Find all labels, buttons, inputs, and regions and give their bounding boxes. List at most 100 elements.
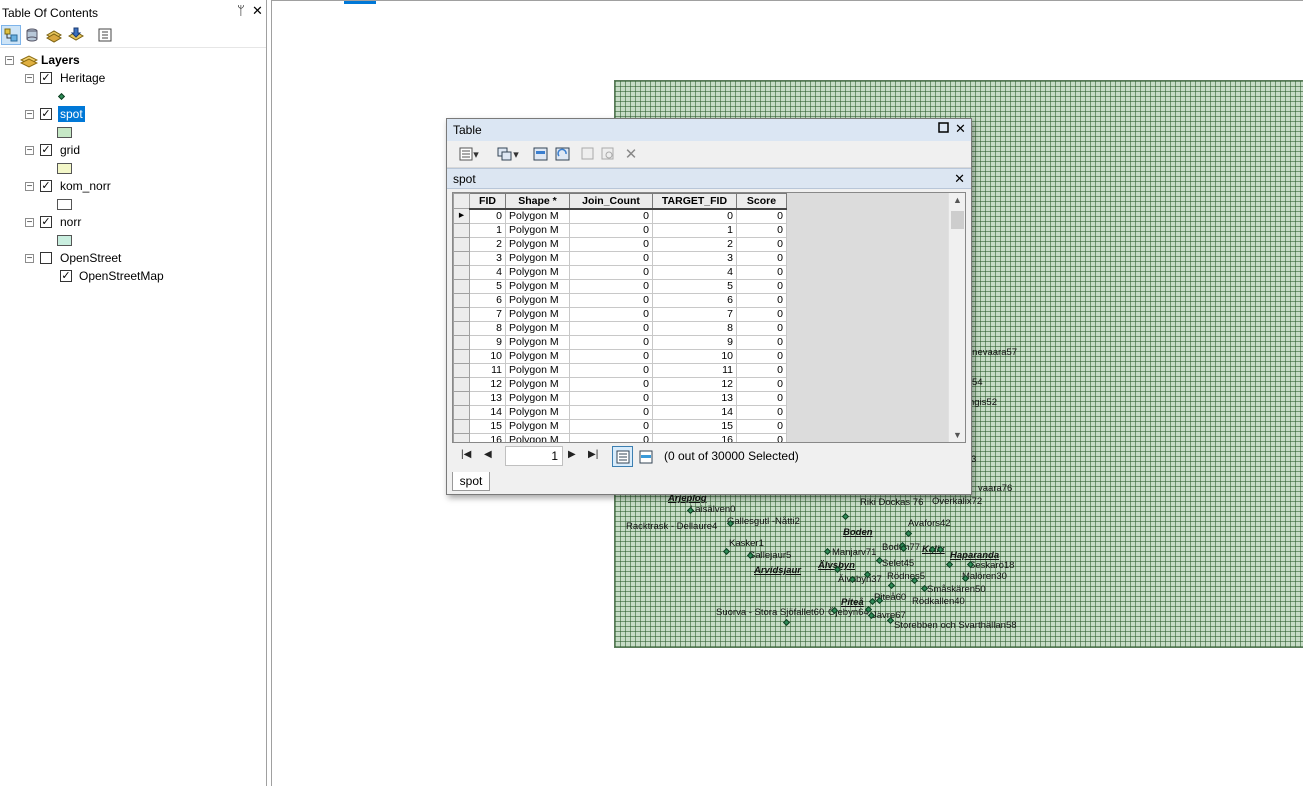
row-selector[interactable]	[453, 418, 470, 434]
cell-target-fid[interactable]: 2	[652, 236, 737, 252]
zoom-to-selected-icon[interactable]	[600, 145, 616, 163]
cell-score[interactable]: 0	[736, 362, 787, 378]
row-selector[interactable]: ▸	[453, 208, 470, 224]
cell-score[interactable]: 0	[736, 250, 787, 266]
row-selector[interactable]	[453, 334, 470, 350]
row-selector[interactable]	[453, 292, 470, 308]
cell-target-fid[interactable]: 5	[652, 278, 737, 294]
cell-join-count[interactable]: 0	[569, 208, 653, 224]
cell-target-fid[interactable]: 4	[652, 264, 737, 280]
cell-target-fid[interactable]: 6	[652, 292, 737, 308]
cell-shape[interactable]: Polygon M	[505, 222, 570, 238]
cell-score[interactable]: 0	[736, 334, 787, 350]
attribute-grid[interactable]: FID Shape * Join_Count TARGET_FID Score …	[452, 192, 966, 443]
layer-norr-label[interactable]: norr	[60, 215, 81, 229]
previous-record-icon[interactable]: ◀	[484, 449, 492, 460]
cell-target-fid[interactable]: 8	[652, 320, 737, 336]
list-by-selection-icon[interactable]	[66, 25, 86, 45]
table-row[interactable]: 12 Polygon M 0 12 0	[453, 376, 787, 392]
cell-target-fid[interactable]: 15	[652, 418, 737, 434]
cell-fid[interactable]: 4	[469, 264, 506, 280]
column-header-fid[interactable]: FID	[469, 193, 506, 210]
kom-norr-collapse-toggle[interactable]: −	[25, 182, 34, 192]
cell-shape[interactable]: Polygon M	[505, 320, 570, 336]
cell-shape[interactable]: Polygon M	[505, 250, 570, 266]
cell-join-count[interactable]: 0	[569, 404, 653, 420]
table-row[interactable]: 10 Polygon M 0 10 0	[453, 348, 787, 364]
cell-fid[interactable]: 1	[469, 222, 506, 238]
row-selector[interactable]	[453, 362, 470, 378]
table-tab-title[interactable]: spot	[453, 172, 476, 186]
cell-shape[interactable]: Polygon M	[505, 348, 570, 364]
cell-score[interactable]: 0	[736, 390, 787, 406]
row-selector[interactable]	[453, 348, 470, 364]
layers-collapse-toggle[interactable]: −	[5, 56, 14, 66]
norr-collapse-toggle[interactable]: −	[25, 218, 34, 228]
cell-fid[interactable]: 11	[469, 362, 506, 378]
options-icon[interactable]	[95, 25, 115, 45]
select-by-attributes-icon[interactable]	[532, 145, 550, 163]
cell-shape[interactable]: Polygon M	[505, 390, 570, 406]
delete-selected-icon[interactable]: ✕	[623, 145, 639, 163]
list-by-drawing-order-icon[interactable]	[1, 25, 21, 45]
cell-fid[interactable]: 8	[469, 320, 506, 336]
scroll-thumb[interactable]	[951, 211, 964, 229]
norr-visibility-checkbox[interactable]: ✓	[40, 216, 52, 228]
layer-grid-label[interactable]: grid	[60, 143, 80, 157]
column-header-join-count[interactable]: Join_Count	[569, 193, 653, 210]
cell-fid[interactable]: 3	[469, 250, 506, 266]
spot-visibility-checkbox[interactable]: ✓	[40, 108, 52, 120]
grid-visibility-checkbox[interactable]: ✓	[40, 144, 52, 156]
table-row[interactable]: 7 Polygon M070	[453, 306, 787, 322]
table-row[interactable]: 1 Polygon M010	[453, 222, 787, 238]
cell-score[interactable]: 0	[736, 432, 787, 442]
cell-join-count[interactable]: 0	[569, 432, 653, 442]
cell-target-fid[interactable]: 13	[652, 390, 737, 406]
last-record-icon[interactable]: ▶|	[588, 449, 598, 460]
cell-target-fid[interactable]: 3	[652, 250, 737, 266]
row-selector[interactable]	[453, 376, 470, 392]
cell-shape[interactable]: Polygon M	[505, 432, 570, 442]
list-by-source-icon[interactable]	[22, 25, 42, 45]
cell-fid[interactable]: 5	[469, 278, 506, 294]
current-record-input[interactable]: 1	[505, 446, 563, 466]
table-tab-close-icon[interactable]: ✕	[954, 169, 965, 189]
cell-fid[interactable]: 6	[469, 292, 506, 308]
table-row[interactable]: 13 Polygon M 0 13 0	[453, 390, 787, 406]
cell-join-count[interactable]: 0	[569, 348, 653, 364]
table-row[interactable]: 9 Polygon M090	[453, 334, 787, 350]
switch-selection-icon[interactable]	[554, 145, 572, 163]
cell-fid[interactable]: 2	[469, 236, 506, 252]
table-row[interactable]: 5 Polygon M050	[453, 278, 787, 294]
table-options-icon[interactable]: ▾	[456, 145, 482, 163]
cell-shape[interactable]: Polygon M	[505, 418, 570, 434]
list-by-visibility-icon[interactable]	[44, 25, 64, 45]
cell-shape[interactable]: Polygon M	[505, 236, 570, 252]
cell-score[interactable]: 0	[736, 208, 787, 224]
table-row[interactable]: 3 Polygon M030	[453, 250, 787, 266]
table-row[interactable]: 8 Polygon M080	[453, 320, 787, 336]
column-header-target-fid[interactable]: TARGET_FID	[652, 193, 737, 210]
table-vertical-scrollbar[interactable]: ▲ ▼	[948, 193, 965, 442]
layer-spot-label[interactable]: spot	[58, 106, 85, 122]
table-row[interactable]: 14 Polygon M 0 14 0	[453, 404, 787, 420]
cell-fid[interactable]: 15	[469, 418, 506, 434]
cell-join-count[interactable]: 0	[569, 250, 653, 266]
openstreet-visibility-checkbox[interactable]	[40, 252, 52, 264]
cell-fid[interactable]: 13	[469, 390, 506, 406]
cell-score[interactable]: 0	[736, 376, 787, 392]
cell-shape[interactable]: Polygon M	[505, 376, 570, 392]
table-row[interactable]: 6 Polygon M060	[453, 292, 787, 308]
cell-join-count[interactable]: 0	[569, 292, 653, 308]
cell-score[interactable]: 0	[736, 306, 787, 322]
cell-join-count[interactable]: 0	[569, 278, 653, 294]
cell-shape[interactable]: Polygon M	[505, 208, 570, 224]
kom-norr-visibility-checkbox[interactable]: ✓	[40, 180, 52, 192]
cell-fid[interactable]: 10	[469, 348, 506, 364]
cell-shape[interactable]: Polygon M	[505, 292, 570, 308]
table-row[interactable]: 16 Polygon M 0 16 0	[453, 432, 787, 442]
cell-join-count[interactable]: 0	[569, 306, 653, 322]
cell-score[interactable]: 0	[736, 404, 787, 420]
cell-join-count[interactable]: 0	[569, 376, 653, 392]
table-row[interactable]: 15 Polygon M 0 15 0	[453, 418, 787, 434]
